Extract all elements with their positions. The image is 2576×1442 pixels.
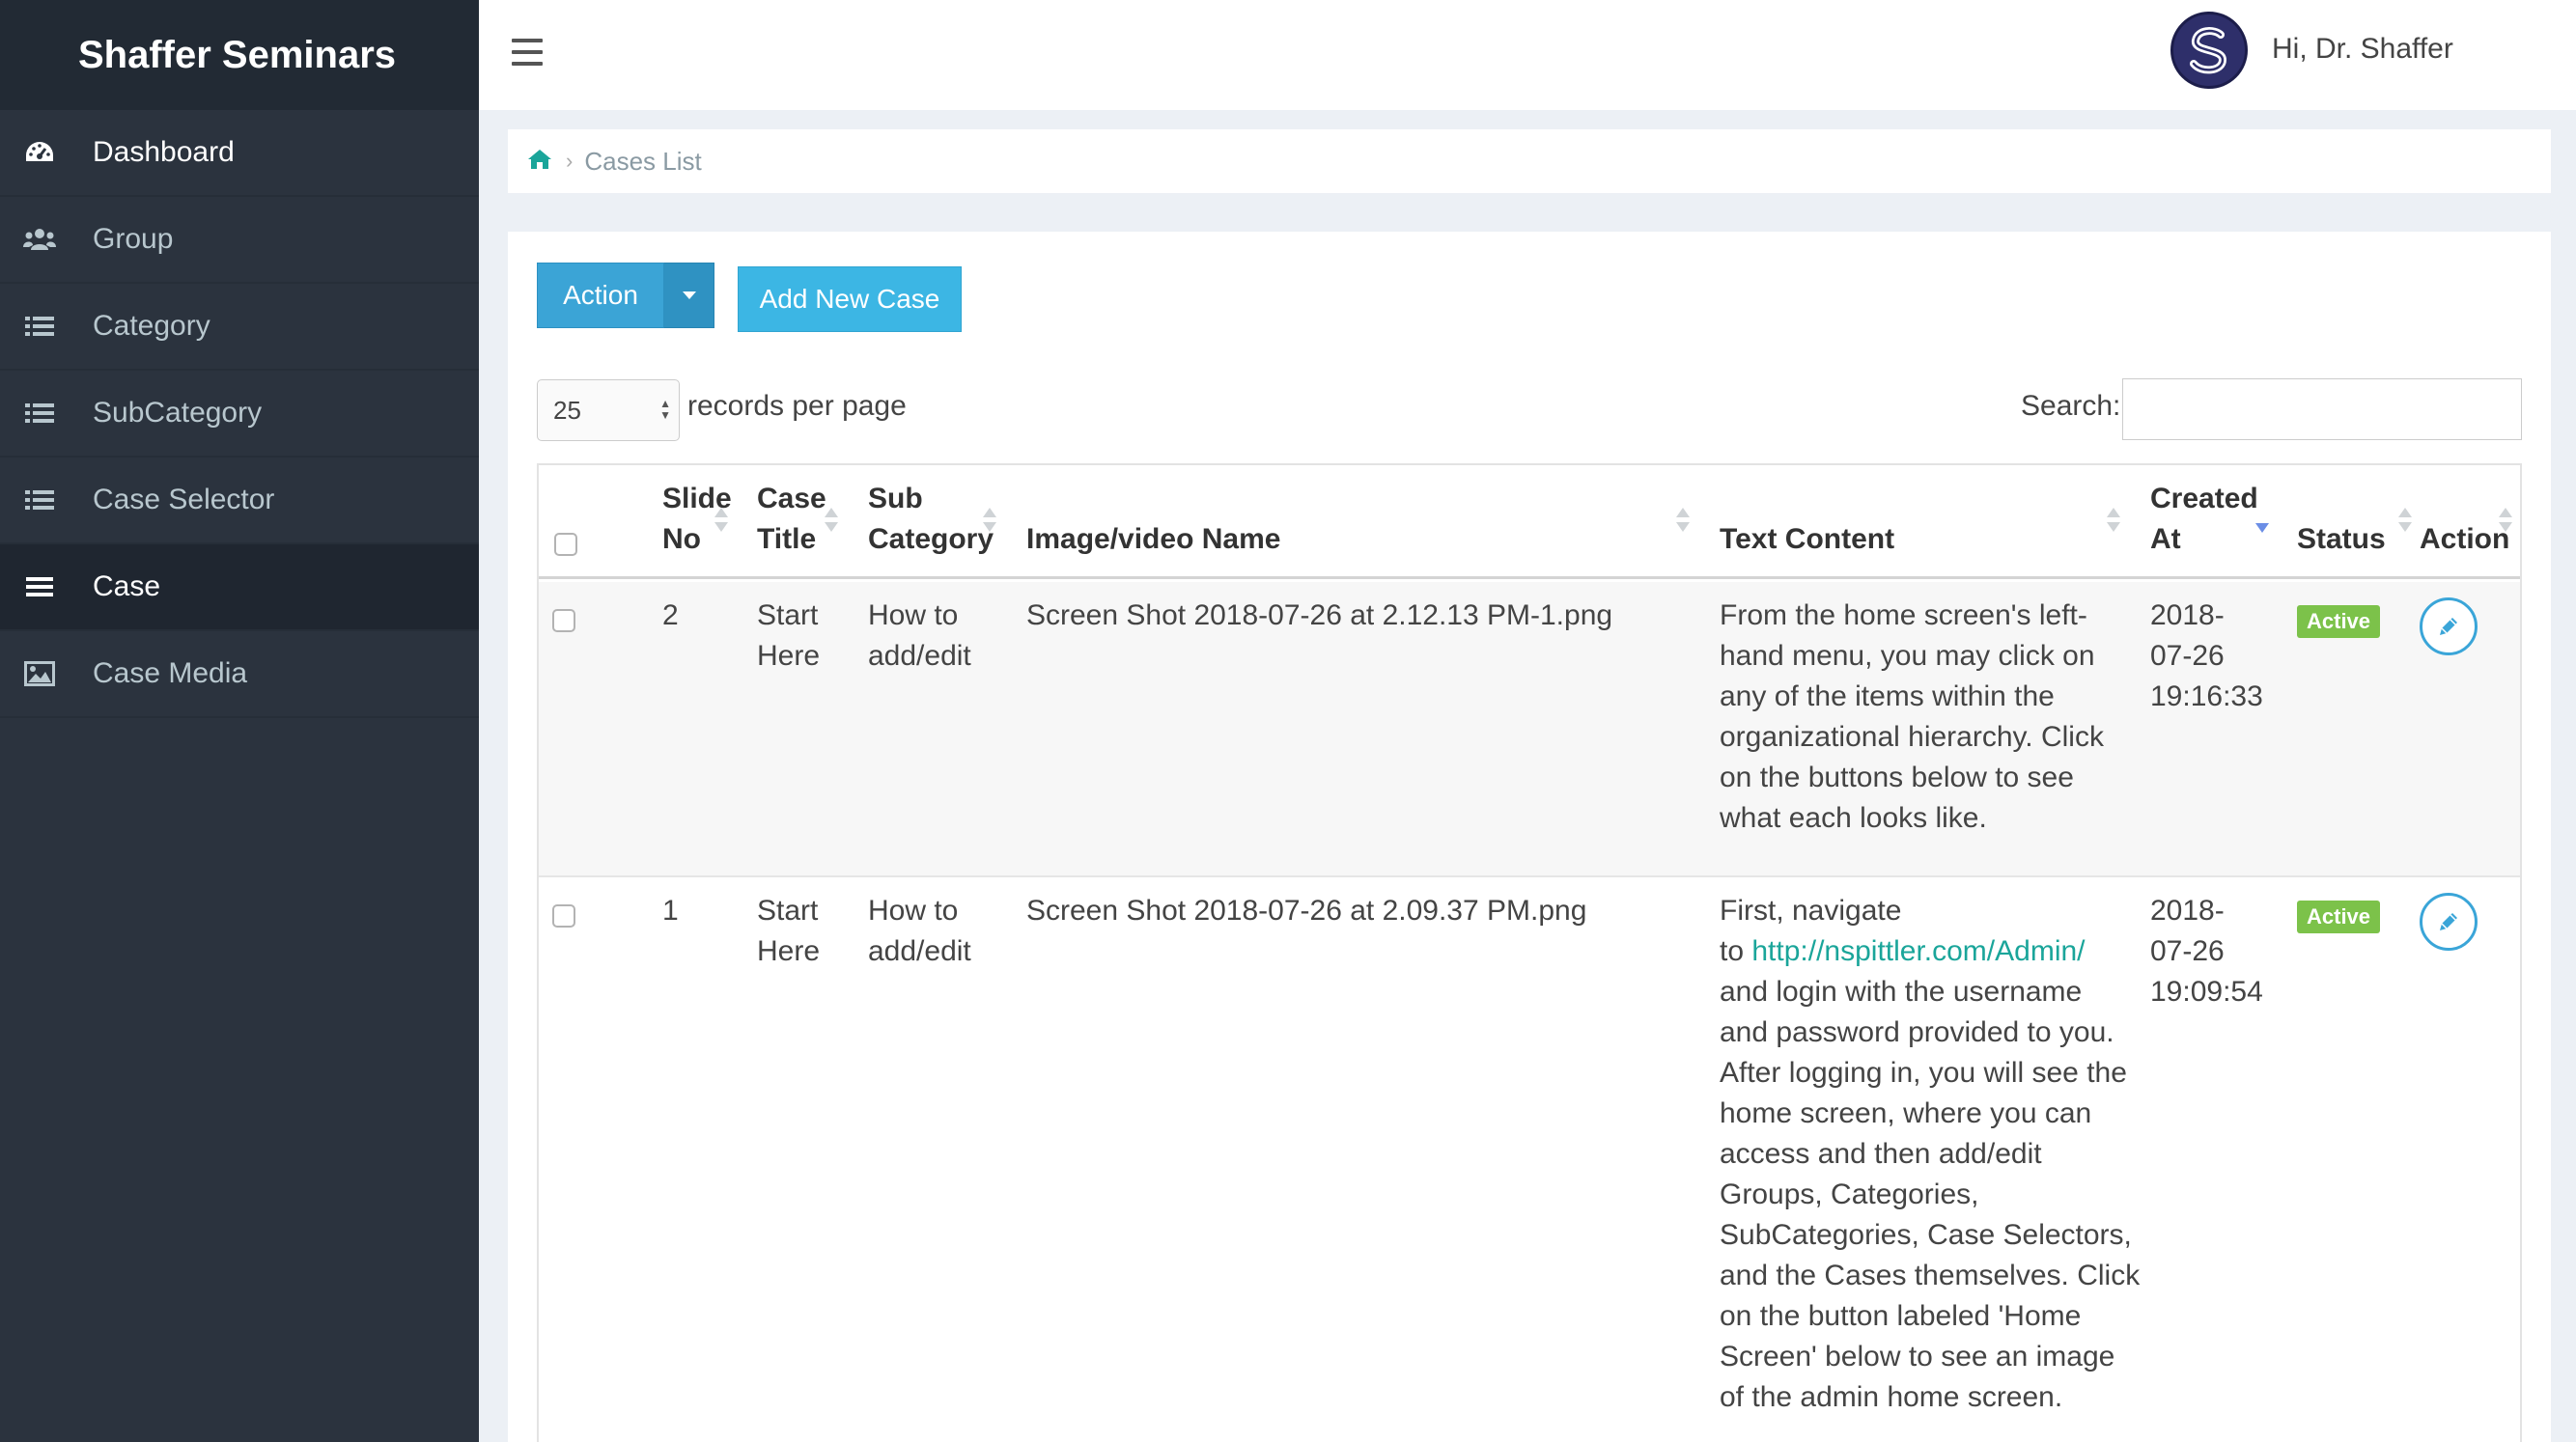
sort-icon[interactable] <box>2499 508 2512 535</box>
cell-case-title: Start Here <box>757 895 821 967</box>
menu-toggle-icon[interactable] <box>512 39 543 66</box>
records-per-page-label: records per page <box>687 390 907 422</box>
cases-table: Slide No Case Title Sub Category Image/vide… <box>537 463 2522 1442</box>
breadcrumb-separator: › <box>566 149 574 173</box>
sort-desc-icon[interactable] <box>2255 523 2269 550</box>
sort-icon[interactable] <box>825 508 838 535</box>
row-checkbox[interactable] <box>552 904 575 928</box>
cell-sub-category: How to add/edit <box>868 895 971 967</box>
action-dropdown-button[interactable]: Action <box>537 263 714 328</box>
cell-slide-no: 1 <box>662 895 679 927</box>
sidebar-item-label: Category <box>93 310 210 342</box>
cases-panel: Action Add New Case 25 ▲ ▼ records per pa… <box>508 232 2551 1442</box>
bars-icon <box>0 575 93 598</box>
header-image-name[interactable]: Image/video Name <box>1026 519 1280 560</box>
home-icon[interactable] <box>527 147 552 177</box>
sidebar-item-subcategory[interactable]: SubCategory <box>0 371 479 458</box>
top-bar: Hi, Dr. Shaffer <box>479 0 2576 110</box>
breadcrumb-current: Cases List <box>584 146 702 176</box>
cell-created-at: 2018- 07-26 19:09:54 <box>2150 895 2263 1008</box>
users-icon <box>0 227 93 252</box>
records-per-page-select[interactable]: 25 ▲ ▼ <box>537 379 680 441</box>
sidebar-item-case-media[interactable]: Case Media <box>0 631 479 718</box>
header-sub-category[interactable]: Sub Category <box>868 479 994 560</box>
header-created-at[interactable]: Created At <box>2150 479 2258 560</box>
header-action[interactable]: Action <box>2420 519 2509 560</box>
sidebar-item-label: Case Selector <box>93 484 275 515</box>
sidebar-item-case-selector[interactable]: Case Selector <box>0 458 479 544</box>
header-text-content[interactable]: Text Content <box>1720 519 1894 560</box>
table-row[interactable]: 2 Start Here How to add/edit Screen Shot 2… <box>539 582 2520 877</box>
brand-logo[interactable]: Shaffer Seminars <box>0 0 479 110</box>
sort-icon[interactable] <box>983 508 996 535</box>
cell-sub-category: How to add/edit <box>868 599 971 672</box>
row-checkbox[interactable] <box>552 609 575 632</box>
cell-text-content: From the home screen's left- hand menu, … <box>1720 599 2104 834</box>
action-button-label[interactable]: Action <box>537 263 664 328</box>
header-status[interactable]: Status <box>2297 519 2386 560</box>
edit-button[interactable] <box>2420 893 2478 951</box>
caret-down-icon[interactable] <box>664 263 714 328</box>
cell-slide-no: 2 <box>662 599 679 631</box>
cell-text-content: First, navigate to http://nspittler.com/… <box>1720 895 2141 1413</box>
pencil-icon <box>2440 618 2457 635</box>
records-per-page-value: 25 <box>553 395 581 425</box>
sidebar-item-group[interactable]: Group <box>0 197 479 284</box>
cell-image-name: Screen Shot 2018-07-26 at 2.09.37 PM.png <box>1026 895 1587 927</box>
search-label: Search: <box>2021 390 2121 422</box>
cell-case-title: Start Here <box>757 599 821 672</box>
pencil-icon <box>2440 913 2457 930</box>
user-greeting[interactable]: Hi, Dr. Shaffer <box>2272 33 2453 66</box>
avatar[interactable] <box>2170 12 2248 89</box>
status-badge: Active <box>2297 901 2381 933</box>
sidebar-item-label: SubCategory <box>93 397 263 429</box>
cell-created-at: 2018- 07-26 19:16:33 <box>2150 599 2263 712</box>
table-row[interactable]: 1 Start Here How to add/edit Screen Shot 2… <box>539 877 2520 1442</box>
sidebar-item-dashboard[interactable]: Dashboard <box>0 110 479 197</box>
sidebar-item-label: Dashboard <box>93 136 235 168</box>
select-arrows-icon: ▲ ▼ <box>659 397 671 422</box>
sort-icon[interactable] <box>2398 508 2412 535</box>
cell-image-name: Screen Shot 2018-07-26 at 2.12.13 PM-1.p… <box>1026 599 1613 631</box>
sort-icon[interactable] <box>1676 508 1690 535</box>
sidebar-item-label: Case Media <box>93 657 248 689</box>
sort-icon[interactable] <box>2107 508 2120 535</box>
list-icon <box>0 488 93 512</box>
select-all-checkbox[interactable] <box>554 533 577 556</box>
sort-icon[interactable] <box>714 508 728 535</box>
sidebar: Shaffer Seminars Dashboard Group Categor… <box>0 0 479 1442</box>
list-icon <box>0 315 93 338</box>
sidebar-item-label: Case <box>93 570 161 602</box>
sidebar-item-case[interactable]: Case <box>0 544 479 631</box>
search-input[interactable] <box>2122 378 2522 440</box>
edit-button[interactable] <box>2420 597 2478 655</box>
breadcrumb: › Cases List <box>508 129 2551 193</box>
add-new-case-button[interactable]: Add New Case <box>738 266 962 332</box>
dashboard-icon <box>0 140 93 165</box>
sidebar-item-label: Group <box>93 223 174 255</box>
header-case-title[interactable]: Case Title <box>757 479 826 560</box>
list-icon <box>0 402 93 425</box>
admin-url-link[interactable]: http://nspittler.com/Admin/ <box>1751 935 2085 967</box>
table-header: Slide No Case Title Sub Category Image/vide… <box>539 465 2520 579</box>
sidebar-item-category[interactable]: Category <box>0 284 479 371</box>
image-icon <box>0 661 93 686</box>
status-badge: Active <box>2297 605 2381 638</box>
